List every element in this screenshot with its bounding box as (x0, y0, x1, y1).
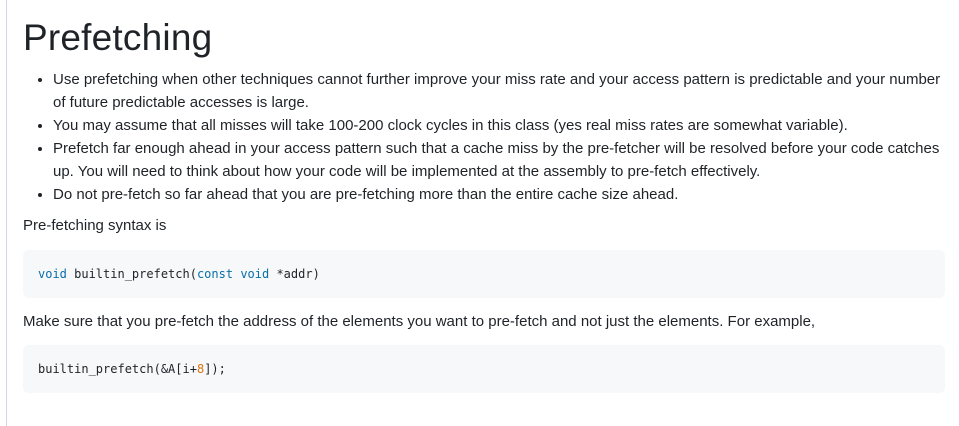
code-text: builtin_prefetch(&A[i+ (38, 362, 197, 376)
code-keyword: void (240, 267, 270, 281)
document-content: Prefetching Use prefetching when other t… (23, 0, 947, 393)
code-keyword: void (38, 267, 67, 281)
left-border-rule (6, 0, 7, 426)
example-intro-text: Make sure that you pre-fetch the address… (23, 313, 816, 330)
page-title: Prefetching (23, 17, 213, 58)
code-text: ]); (204, 362, 226, 376)
list-item: Do not pre-fetch so far ahead that you a… (53, 183, 947, 206)
code-text: *addr) (269, 267, 320, 281)
guideline-list: Use prefetching when other techniques ca… (23, 68, 947, 206)
syntax-intro-text: Pre-fetching syntax is (23, 217, 167, 234)
list-item: You may assume that all misses will take… (53, 114, 947, 137)
code-text: builtin_prefetch( (66, 267, 197, 281)
code-block-example: builtin_prefetch(&A[i+8]); (23, 345, 945, 393)
code-keyword: const (196, 267, 234, 281)
list-item: Prefetch far enough ahead in your access… (53, 137, 947, 183)
code-block-syntax: void builtin_prefetch(const void *addr) (23, 250, 945, 298)
list-item: Use prefetching when other techniques ca… (53, 68, 947, 114)
